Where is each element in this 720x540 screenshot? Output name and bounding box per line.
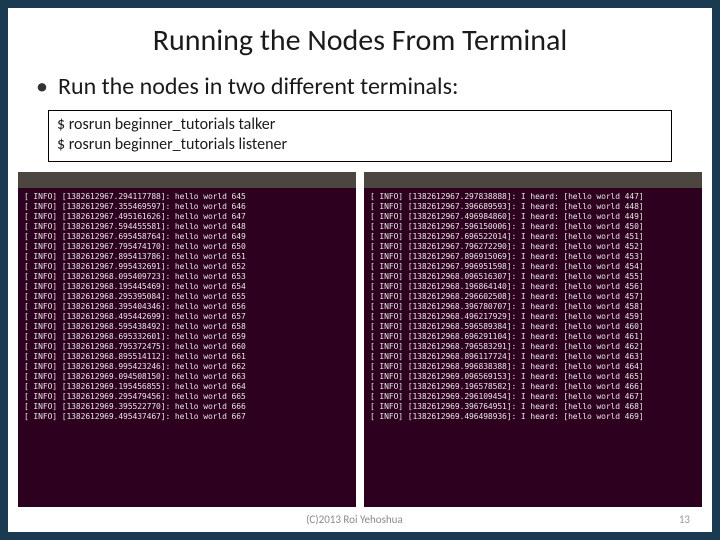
command-line-1: $ rosrun beginner_tutorials talker — [57, 115, 663, 135]
terminal-output-line: [ INFO] [1382612967.796272290]: I heard:… — [370, 242, 696, 252]
terminal-output-line: [ INFO] [1382612968.096516307]: I heard:… — [370, 272, 696, 282]
terminal-output-line: [ INFO] [1382612967.695458764]: hello wo… — [24, 232, 350, 242]
terminal-output-line: [ INFO] [1382612967.596150006]: I heard:… — [370, 222, 696, 232]
terminal-title-left: roiyeho@ubuntu: ~ — [68, 174, 131, 184]
terminal-output-line: [ INFO] [1382612967.995432691]: hello wo… — [24, 262, 350, 272]
terminal-output-line: [ INFO] [1382612967.355469597]: hello wo… — [24, 202, 350, 212]
terminal-output-line: [ INFO] [1382612968.295395084]: hello wo… — [24, 292, 350, 302]
terminal-screenshots: roiyeho@ubuntu: ~ [ INFO] [1382612967.29… — [8, 172, 712, 507]
terminal-title-right: roiyeho@ubuntu: ~ — [414, 174, 477, 184]
terminal-output-line: [ INFO] [1382612969.396764951]: I heard:… — [370, 402, 696, 412]
copyright: (C)2013 Roi Yehoshua — [30, 513, 679, 526]
terminal-output-line: [ INFO] [1382612968.496217929]: I heard:… — [370, 312, 696, 322]
bullet-text: Run the nodes in two different terminals… — [58, 73, 458, 102]
terminal-listener: roiyeho@ubuntu: ~ [ INFO] [1382612967.29… — [364, 172, 702, 507]
terminal-output-line: [ INFO] [1382612969.495437467]: hello wo… — [24, 412, 350, 422]
terminal-output-line: [ INFO] [1382612968.995423246]: hello wo… — [24, 362, 350, 372]
terminal-output-line: [ INFO] [1382612968.095409723]: hello wo… — [24, 272, 350, 282]
terminal-output-line: [ INFO] [1382612968.395404346]: hello wo… — [24, 302, 350, 312]
terminal-output-line: [ INFO] [1382612967.795474170]: hello wo… — [24, 242, 350, 252]
terminal-output-line: [ INFO] [1382612967.896915069]: I heard:… — [370, 252, 696, 262]
terminal-output-line: [ INFO] [1382612967.996951598]: I heard:… — [370, 262, 696, 272]
terminal-talker: roiyeho@ubuntu: ~ [ INFO] [1382612967.29… — [18, 172, 356, 507]
slide: Running the Nodes From Terminal • Run th… — [8, 8, 712, 532]
terminal-right-body: [ INFO] [1382612967.297838888]: I heard:… — [370, 192, 696, 422]
terminal-output-line: [ INFO] [1382612968.296602508]: I heard:… — [370, 292, 696, 302]
terminal-output-line: [ INFO] [1382612968.696291104]: I heard:… — [370, 332, 696, 342]
terminal-output-line: [ INFO] [1382612967.495161626]: hello wo… — [24, 212, 350, 222]
window-controls — [370, 175, 402, 183]
terminal-output-line: [ INFO] [1382612968.795372475]: hello wo… — [24, 342, 350, 352]
bullet-marker: • — [36, 73, 48, 102]
terminal-output-line: [ INFO] [1382612968.396780707]: I heard:… — [370, 302, 696, 312]
terminal-output-line: [ INFO] [1382612968.695332601]: hello wo… — [24, 332, 350, 342]
terminal-output-line: [ INFO] [1382612968.195445469]: hello wo… — [24, 282, 350, 292]
terminal-output-line: [ INFO] [1382612967.594455581]: hello wo… — [24, 222, 350, 232]
terminal-output-line: [ INFO] [1382612968.896117724]: I heard:… — [370, 352, 696, 362]
terminal-output-line: [ INFO] [1382612968.495442699]: hello wo… — [24, 312, 350, 322]
terminal-output-line: [ INFO] [1382612969.496498936]: I heard:… — [370, 412, 696, 422]
bullet-row: • Run the nodes in two different termina… — [8, 67, 712, 110]
page-number: 13 — [679, 513, 690, 526]
terminal-output-line: [ INFO] [1382612969.295479456]: hello wo… — [24, 392, 350, 402]
terminal-output-line: [ INFO] [1382612968.595438492]: hello wo… — [24, 322, 350, 332]
terminal-output-line: [ INFO] [1382612969.195456855]: hello wo… — [24, 382, 350, 392]
terminal-output-line: [ INFO] [1382612968.796583291]: I heard:… — [370, 342, 696, 352]
terminal-output-line: [ INFO] [1382612967.297838888]: I heard:… — [370, 192, 696, 202]
terminal-output-line: [ INFO] [1382612968.196864140]: I heard:… — [370, 282, 696, 292]
terminal-output-line: [ INFO] [1382612968.596589384]: I heard:… — [370, 322, 696, 332]
terminal-output-line: [ INFO] [1382612968.996838388]: I heard:… — [370, 362, 696, 372]
terminal-output-line: [ INFO] [1382612969.096569153]: I heard:… — [370, 372, 696, 382]
terminal-output-line: [ INFO] [1382612967.294117788]: hello wo… — [24, 192, 350, 202]
terminal-output-line: [ INFO] [1382612969.094508150]: hello wo… — [24, 372, 350, 382]
terminal-output-line: [ INFO] [1382612969.395522770]: hello wo… — [24, 402, 350, 412]
terminal-output-line: [ INFO] [1382612967.895413786]: hello wo… — [24, 252, 350, 262]
command-box: $ rosrun beginner_tutorials talker $ ros… — [48, 110, 672, 162]
terminal-output-line: [ INFO] [1382612968.895514112]: hello wo… — [24, 352, 350, 362]
window-controls — [24, 175, 56, 183]
command-line-2: $ rosrun beginner_tutorials listener — [57, 135, 663, 155]
terminal-left-body: [ INFO] [1382612967.294117788]: hello wo… — [24, 192, 350, 422]
terminal-output-line: [ INFO] [1382612967.496984860]: I heard:… — [370, 212, 696, 222]
footer: (C)2013 Roi Yehoshua 13 — [8, 507, 712, 532]
slide-title: Running the Nodes From Terminal — [8, 8, 712, 67]
terminal-output-line: [ INFO] [1382612967.396689593]: I heard:… — [370, 202, 696, 212]
terminal-output-line: [ INFO] [1382612967.696522014]: I heard:… — [370, 232, 696, 242]
terminal-output-line: [ INFO] [1382612969.296109454]: I heard:… — [370, 392, 696, 402]
terminal-output-line: [ INFO] [1382612969.196578582]: I heard:… — [370, 382, 696, 392]
